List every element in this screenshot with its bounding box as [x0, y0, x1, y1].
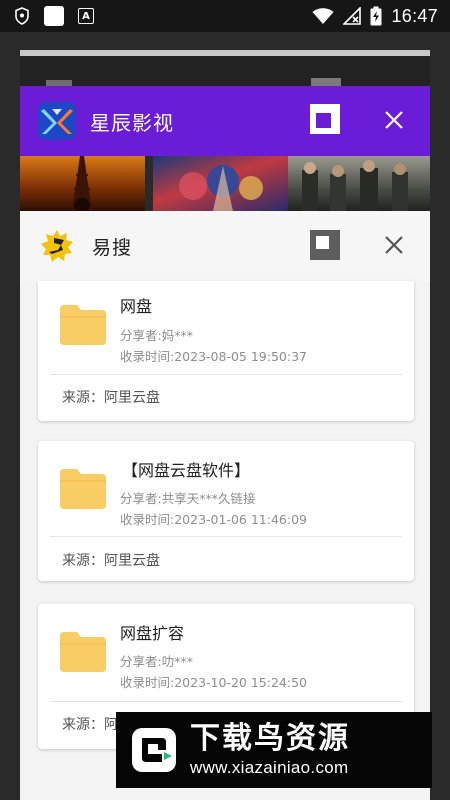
recent-app-card-xingchen[interactable]: 星辰影视 — [20, 86, 430, 211]
watermark-banner: 下载鸟资源 www.xiazainiao.com — [116, 712, 432, 788]
clock: 16:47 — [391, 5, 438, 26]
close-icon[interactable] — [382, 233, 406, 257]
yisou-logo-icon — [41, 230, 73, 262]
close-icon[interactable] — [382, 108, 406, 132]
share-card[interactable]: 网盘 分享者:妈*** 收录时间:2023-08-05 19:50:37 来源：… — [38, 281, 414, 421]
pip-button[interactable] — [310, 104, 340, 134]
share-source: 来源：阿 — [62, 717, 118, 733]
watermark-title: 下载鸟资源 — [190, 721, 350, 756]
share-card[interactable]: 【网盘云盘软件】 分享者:共享天***久链接 收录时间:2023-01-06 1… — [38, 441, 414, 581]
folder-icon — [60, 305, 106, 345]
battery-charging-icon — [370, 6, 382, 26]
share-time: 收录时间:2023-08-05 19:50:37 — [120, 349, 307, 364]
status-bar: A 16:47 — [0, 0, 450, 32]
movie-poster — [153, 156, 288, 211]
divider — [50, 374, 402, 375]
xingchen-logo-icon — [38, 102, 76, 140]
folder-icon — [60, 469, 106, 509]
card-header: 易搜 — [20, 211, 430, 281]
share-time: 收录时间:2023-10-20 15:24:50 — [120, 675, 307, 690]
share-sharer: 分享者:叻*** — [120, 654, 193, 669]
share-sharer: 分享者:妈*** — [120, 328, 193, 343]
app-title: 易搜 — [92, 236, 133, 259]
bird-logo-icon — [132, 728, 176, 772]
card-header: 星辰影视 — [20, 86, 430, 156]
share-time: 收录时间:2023-01-06 11:46:09 — [120, 512, 307, 527]
square-icon — [44, 6, 64, 26]
divider — [50, 536, 402, 537]
watermark-url: www.xiazainiao.com — [190, 758, 349, 777]
movie-banner — [20, 156, 430, 211]
shield-icon — [15, 7, 29, 25]
pip-button[interactable] — [310, 230, 340, 260]
share-source: 来源：阿里云盘 — [62, 390, 160, 406]
movie-poster — [20, 156, 145, 211]
share-name: 【网盘云盘软件】 — [122, 461, 251, 480]
movie-poster — [288, 156, 430, 211]
no-signal-icon — [343, 7, 362, 25]
divider — [50, 701, 402, 702]
app-title: 星辰影视 — [90, 110, 174, 135]
share-name: 网盘 — [120, 297, 153, 316]
a-icon: A — [78, 8, 94, 24]
share-sharer: 分享者:共享天***久链接 — [120, 491, 256, 506]
wifi-icon — [312, 8, 334, 24]
share-source: 来源：阿里云盘 — [62, 553, 160, 569]
folder-icon — [60, 632, 106, 672]
share-name: 网盘扩容 — [120, 624, 185, 643]
